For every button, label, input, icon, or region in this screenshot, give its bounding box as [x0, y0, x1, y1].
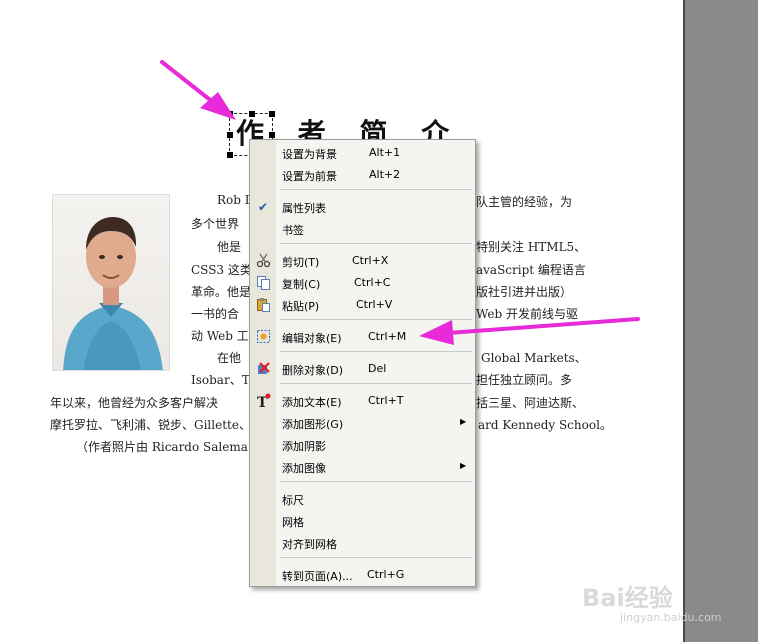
body-text: （作者照片由 Ricardo Salema: [76, 440, 248, 454]
menu-item-label: 复制(C): [282, 278, 321, 291]
body-text: Global Markets、: [481, 351, 587, 365]
author-portrait-illustration: [63, 217, 163, 370]
menu-item-snap-to-grid[interactable]: 对齐到网格: [250, 533, 475, 553]
body-text: CSS3 这类: [191, 263, 252, 277]
menu-item-shortcut: Ctrl+X: [352, 254, 389, 267]
body-text: 特别关注 HTML5、: [476, 240, 587, 254]
body-text: 版社引进并出版）: [476, 285, 573, 299]
menu-item-label: 删除对象(D): [282, 364, 344, 377]
body-text: Web 开发前线与驱: [476, 307, 578, 321]
menu-item-property-list[interactable]: ✔ 属性列表: [250, 197, 475, 217]
author-photo: [52, 194, 170, 371]
menu-item-label: 添加文本(E): [282, 396, 342, 409]
baidu-watermark-logo: Bai经验: [582, 584, 673, 612]
body-text: 他是: [217, 240, 242, 254]
scissors-icon: [256, 253, 271, 268]
selection-handle-ml[interactable]: [227, 132, 233, 138]
menu-item-go-to-page[interactable]: 转到页面(A)... Ctrl+G: [250, 565, 475, 585]
menu-item-label: 添加图像: [282, 462, 326, 475]
menu-separator: [280, 319, 472, 320]
menu-item-bookmark[interactable]: 书签: [250, 219, 475, 239]
paste-icon: [257, 298, 270, 312]
checkmark-icon: ✔: [258, 200, 269, 214]
selection-handle-tr[interactable]: [269, 111, 275, 117]
body-text: 年以来，他曾经为众多客户解决: [50, 396, 219, 410]
selection-handle-tm[interactable]: [249, 111, 255, 117]
menu-item-shortcut: Ctrl+C: [354, 276, 391, 289]
edit-object-icon: [257, 330, 270, 343]
menu-item-label: 添加阴影: [282, 440, 326, 453]
menu-item-delete-object[interactable]: 删除对象(D) Del: [250, 359, 475, 379]
menu-item-shortcut: Ctrl+V: [356, 298, 393, 311]
body-text: 摩托罗拉、飞利浦、锐步、Gillette、: [50, 418, 251, 432]
menu-item-set-foreground[interactable]: 设置为前景 Alt+2: [250, 165, 475, 185]
menu-separator: [280, 557, 472, 558]
menu-item-label: 标尺: [282, 494, 304, 507]
menu-item-shortcut: Del: [368, 362, 387, 375]
menu-item-label: 添加图形(G): [282, 418, 344, 431]
annotation-arrow-title: [160, 60, 236, 120]
menu-separator: [280, 351, 472, 352]
selection-handle-tl[interactable]: [227, 111, 233, 117]
body-text: 动 Web 工: [191, 329, 249, 343]
menu-item-label: 书签: [282, 224, 304, 237]
menu-item-copy[interactable]: 复制(C) Ctrl+C: [250, 273, 475, 293]
menu-item-add-text[interactable]: T 添加文本(E) Ctrl+T: [250, 391, 475, 411]
menu-item-edit-object[interactable]: 编辑对象(E) Ctrl+M: [250, 327, 475, 347]
menu-item-paste[interactable]: 粘贴(P) Ctrl+V: [250, 295, 475, 315]
menu-item-label: 对齐到网格: [282, 538, 337, 551]
menu-item-label: 网格: [282, 516, 304, 529]
menu-item-grid[interactable]: 网格: [250, 511, 475, 531]
menu-item-shortcut: Alt+2: [369, 168, 401, 181]
menu-item-shortcut: Ctrl+T: [368, 394, 404, 407]
submenu-arrow-icon: ▶: [460, 461, 467, 470]
menu-separator: [280, 383, 472, 384]
context-menu: 设置为背景 Alt+1 设置为前景 Alt+2 ✔ 属性列表 书签 剪切(T) …: [249, 139, 476, 587]
menu-item-shortcut: Alt+1: [369, 146, 401, 159]
menu-item-shortcut: Ctrl+M: [368, 330, 407, 343]
menu-item-ruler[interactable]: 标尺: [250, 489, 475, 509]
menu-item-label: 设置为背景: [282, 148, 337, 161]
menu-item-label: 粘贴(P): [282, 300, 320, 313]
menu-item-label: 属性列表: [282, 202, 326, 215]
baidu-watermark-url: jingyan.baidu.com: [620, 611, 722, 624]
body-text: ard Kennedy School。: [478, 418, 612, 432]
menu-separator: [280, 189, 472, 190]
menu-item-add-shadow[interactable]: 添加阴影: [250, 435, 475, 455]
body-text: 在他: [217, 351, 242, 365]
body-text: Isobar、T: [191, 373, 250, 387]
menu-item-add-image[interactable]: 添加图像 ▶: [250, 457, 475, 477]
menu-item-label: 转到页面(A)...: [282, 570, 353, 583]
submenu-arrow-icon: ▶: [460, 417, 467, 426]
body-text: Rob L: [217, 193, 253, 207]
body-text: avaScript 编程语言: [476, 263, 586, 277]
menu-item-label: 设置为前景: [282, 170, 337, 183]
body-text: 多个世界: [191, 217, 240, 231]
selection-handle-mr[interactable]: [269, 132, 275, 138]
menu-separator: [280, 243, 472, 244]
body-text: 队主管的经验，为: [476, 195, 573, 209]
menu-separator: [280, 481, 472, 482]
menu-item-label: 编辑对象(E): [282, 332, 342, 345]
body-text: 担任独立顾问。多: [476, 373, 573, 387]
window-side-panel: [683, 0, 758, 642]
menu-item-cut[interactable]: 剪切(T) Ctrl+X: [250, 251, 475, 271]
delete-object-icon: [258, 362, 270, 374]
body-text: 一书的合: [191, 307, 240, 321]
body-text: 革命。他是: [191, 285, 252, 299]
menu-item-add-shape[interactable]: 添加图形(G) ▶: [250, 413, 475, 433]
selection-handle-bl[interactable]: [227, 152, 233, 158]
menu-item-set-background[interactable]: 设置为背景 Alt+1: [250, 143, 475, 163]
add-text-icon: T: [257, 393, 271, 408]
body-text: 括三星、阿迪达斯、: [476, 396, 585, 410]
menu-item-shortcut: Ctrl+G: [367, 568, 405, 581]
menu-item-label: 剪切(T): [282, 256, 320, 269]
copy-icon: [257, 276, 270, 290]
